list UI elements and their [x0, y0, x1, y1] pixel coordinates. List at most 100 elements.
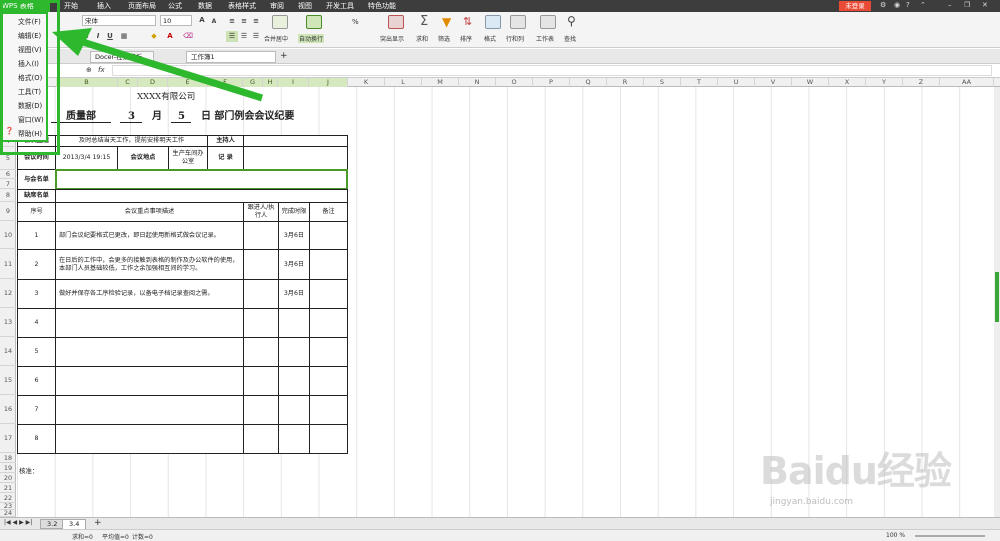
align-top-icon[interactable]: ≡ [226, 16, 238, 27]
col-header[interactable]: P [533, 78, 570, 87]
meeting-title[interactable]: 质量部 3 月 5 日 部门例会会议纪要 [51, 107, 294, 123]
absent-label[interactable]: 缺席名单 [17, 189, 56, 203]
menu-file[interactable]: 文件(F) [18, 16, 41, 26]
header-remark[interactable]: 备注 [309, 202, 348, 222]
clear-format-icon[interactable]: ⌫ [182, 31, 194, 42]
item-owner[interactable] [243, 424, 279, 454]
underline-button[interactable]: U [104, 31, 116, 42]
doc-tab-docer[interactable]: Docer-在线模板 [90, 51, 154, 63]
item-deadline[interactable]: 3月6日 [278, 221, 310, 250]
item-no[interactable]: 7 [17, 395, 56, 425]
item-no[interactable]: 5 [17, 337, 56, 367]
new-tab-icon[interactable]: + [280, 51, 288, 61]
add-sheet-icon[interactable]: + [94, 518, 102, 528]
item-owner[interactable] [243, 337, 279, 367]
fill-color-icon[interactable]: ◆ [148, 31, 160, 42]
row-header[interactable]: 7 [0, 179, 16, 189]
menu-view[interactable]: 视图(V) [18, 44, 42, 54]
col-header[interactable]: I [278, 78, 309, 87]
item-content[interactable]: 做好并保存各工序检验记录，以备电子档记录查阅之需。 [55, 279, 244, 309]
find-button[interactable]: 查找 [564, 34, 576, 43]
sheet-nav-icon[interactable]: |◀ ◀ ▶ ▶| [4, 519, 32, 526]
col-header[interactable]: R [607, 78, 644, 87]
col-header[interactable]: N [459, 78, 496, 87]
tab-insert[interactable]: 插入 [97, 1, 111, 11]
item-remark[interactable] [309, 249, 348, 280]
menu-window[interactable]: 窗口(W) [18, 114, 44, 124]
sum-icon[interactable]: Σ [420, 14, 428, 29]
recorder-label[interactable]: 记 录 [207, 146, 244, 170]
attendees-label[interactable]: 与会名单 [17, 169, 56, 190]
col-header[interactable]: K [348, 78, 385, 87]
row-header[interactable]: 17 [0, 424, 16, 453]
item-no[interactable]: 3 [17, 279, 56, 309]
location-value[interactable]: 生产车间办公室 [168, 146, 208, 170]
item-remark[interactable] [309, 279, 348, 309]
row-header[interactable]: 19 [0, 463, 16, 473]
time-value[interactable]: 2013/3/4 19:15 [55, 146, 118, 170]
item-deadline[interactable] [278, 308, 310, 338]
restore-icon[interactable]: ❐ [964, 1, 970, 9]
merge-center-icon[interactable] [272, 15, 288, 29]
row-col-icon[interactable] [510, 15, 526, 29]
item-owner[interactable] [243, 249, 279, 280]
item-owner[interactable] [243, 221, 279, 250]
font-size-select[interactable]: 10 [160, 15, 192, 26]
row-header[interactable]: 14 [0, 337, 16, 366]
col-header[interactable]: C [118, 78, 138, 87]
scroll-thumb[interactable] [995, 272, 999, 322]
item-remark[interactable] [309, 337, 348, 367]
col-header[interactable]: O [496, 78, 533, 87]
item-owner[interactable] [243, 395, 279, 425]
recorder-value[interactable] [243, 146, 348, 170]
item-deadline[interactable]: 3月6日 [278, 249, 310, 280]
col-header[interactable]: E [168, 78, 208, 87]
col-header[interactable]: S [644, 78, 681, 87]
formula-input[interactable] [112, 65, 992, 76]
row-header[interactable]: 10 [0, 221, 16, 249]
filter-button[interactable]: 筛选 [438, 34, 450, 43]
item-content[interactable] [55, 424, 244, 454]
align-bottom-icon[interactable]: ≡ [250, 16, 262, 27]
item-no[interactable]: 8 [17, 424, 56, 454]
font-name-select[interactable]: 宋体 [82, 15, 156, 26]
binoculars-icon[interactable]: ⚲ [567, 14, 576, 28]
menu-edit[interactable]: 编辑(E) [18, 30, 41, 40]
tab-page-layout[interactable]: 页面布局 [128, 1, 156, 11]
col-header[interactable]: Y [866, 78, 903, 87]
col-header[interactable]: AA [940, 78, 994, 87]
row-header[interactable]: 8 [0, 189, 16, 202]
col-header[interactable]: M [422, 78, 459, 87]
tab-formula[interactable]: 公式 [168, 1, 182, 11]
menu-tools[interactable]: 工具(T) [18, 86, 41, 96]
row-col-button[interactable]: 行和列 [506, 34, 524, 43]
item-remark[interactable] [309, 308, 348, 338]
item-deadline[interactable] [278, 337, 310, 367]
menu-insert[interactable]: 插入(I) [18, 58, 39, 68]
col-header[interactable]: L [385, 78, 422, 87]
feedback-icon[interactable]: ◉ [894, 1, 900, 9]
item-deadline[interactable]: 3月6日 [278, 279, 310, 309]
item-deadline[interactable] [278, 366, 310, 396]
fx-label[interactable]: fx [98, 66, 105, 74]
col-header[interactable]: F [208, 78, 243, 87]
align-center-icon[interactable]: ☰ [238, 31, 250, 42]
zoom-formula-icon[interactable]: ⊕ [86, 66, 92, 74]
tab-home[interactable]: 开始 [64, 1, 78, 11]
item-no[interactable]: 6 [17, 366, 56, 396]
col-header[interactable]: B [56, 78, 118, 87]
item-owner[interactable] [243, 308, 279, 338]
row-header[interactable]: 18 [0, 453, 16, 463]
sort-icon[interactable]: ⇅ [463, 15, 472, 28]
item-owner[interactable] [243, 366, 279, 396]
col-header[interactable]: Q [570, 78, 607, 87]
tab-data[interactable]: 数据 [198, 1, 212, 11]
item-remark[interactable] [309, 424, 348, 454]
item-deadline[interactable] [278, 424, 310, 454]
col-header[interactable]: Z [903, 78, 940, 87]
absent-value[interactable] [55, 189, 348, 203]
item-content[interactable] [55, 337, 244, 367]
col-header[interactable]: J [309, 78, 348, 87]
menu-format[interactable]: 格式(O) [18, 72, 42, 82]
item-content[interactable]: 在日后的工作中，会更多的接触到表格的制作及办公软件的使用，本部门人员基础较低，工… [55, 249, 244, 280]
